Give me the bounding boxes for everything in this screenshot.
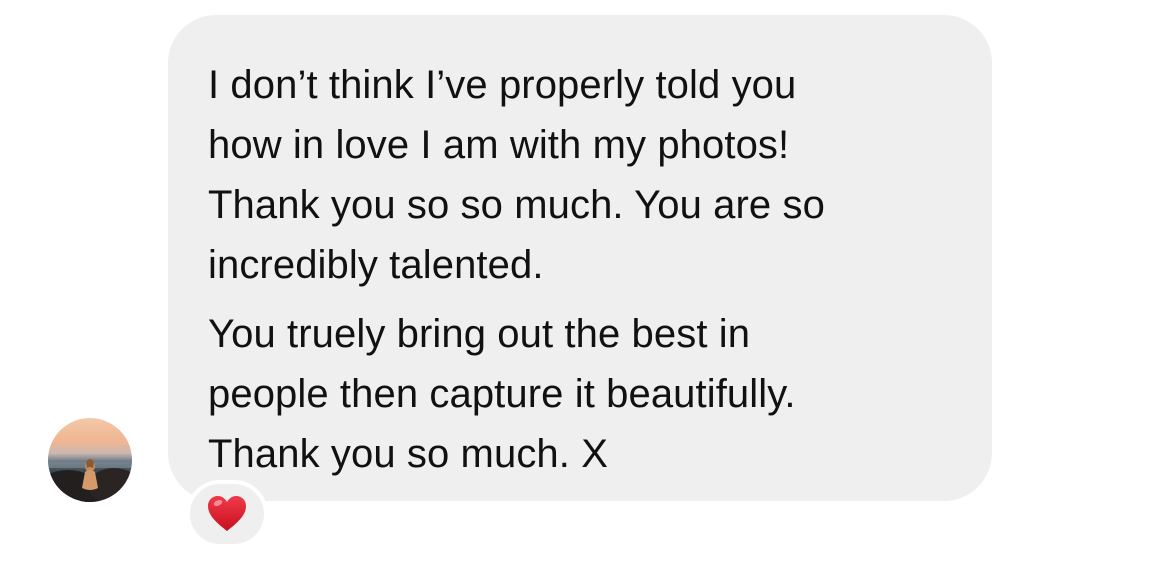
message-line: incredibly talented. — [208, 243, 544, 287]
message-paragraph-2: You truely bring out the best in people … — [208, 304, 952, 484]
message-line: how in love I am with my photos! — [208, 123, 790, 167]
message-line: Thank you so so much. You are so — [208, 183, 825, 227]
message-line: I don’t think I’ve properly told you — [208, 63, 797, 107]
message-bubble[interactable]: I don’t think I’ve properly told you how… — [168, 15, 992, 501]
red-heart-icon — [208, 496, 246, 531]
message-paragraph-1: I don’t think I’ve properly told you how… — [208, 55, 952, 295]
message-line: Thank you so much. X — [208, 432, 608, 476]
avatar[interactable] — [48, 418, 132, 502]
reaction-badge[interactable] — [186, 480, 268, 548]
message-line: You truely bring out the best in — [208, 312, 751, 356]
message-line: people then capture it beautifully. — [208, 372, 796, 416]
profile-photo-icon — [48, 459, 132, 502]
